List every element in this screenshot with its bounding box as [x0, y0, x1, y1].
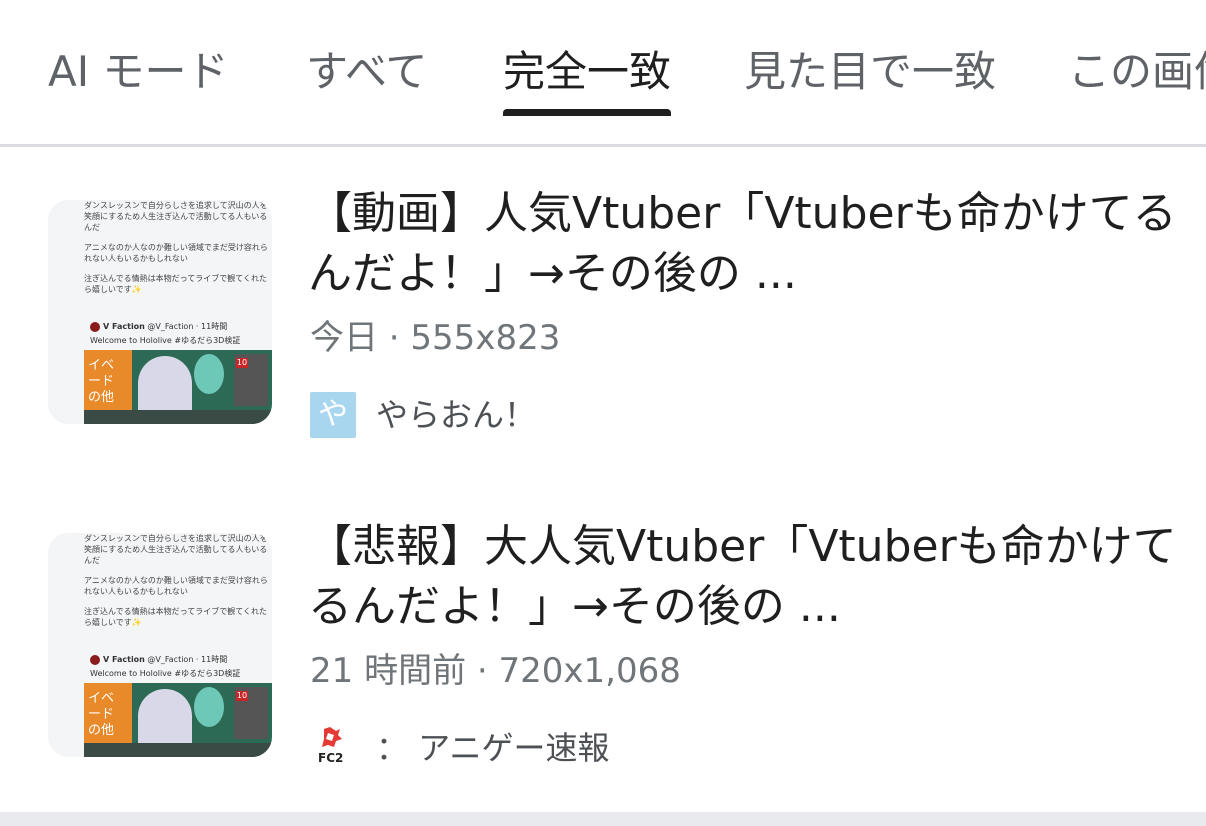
source-name: ： アニゲー速報 [376, 729, 610, 767]
thumbnail-artwork: イベ ード の他 10 [84, 683, 272, 757]
thumbnail-artwork: イベ ード の他 10 [84, 350, 272, 424]
thumbnail-line: ダンスレッスンで自分らしさを追求して沢山の人を笑顔にするため人生注ぎ込んで活動し… [84, 534, 268, 565]
tweet-user: V Faction [103, 322, 145, 331]
thumbnail-tweet-text: ダンスレッスンで自分らしさを追求して沢山の人を笑顔にするため人生注ぎ込んで活動し… [84, 533, 270, 637]
artwork-bottom-strip [84, 743, 272, 757]
fc2-icon: FC2 [310, 725, 356, 771]
thumbnail-line: アニメなのか人なのか難しい領域でまだ受け容れられない人もいるかもしれない [84, 243, 268, 263]
tab-about-this-image[interactable]: この画像 [1068, 44, 1206, 100]
tweet-user: V Faction [103, 655, 145, 664]
image-search-results-page: AI モード すべて 完全一致 見た目で一致 この画像 ダンスレッスンで自分らし… [0, 0, 1206, 826]
thumbnail-tweet-text: ダンスレッスンで自分らしさを追求して沢山の人を笑顔にするため人生注ぎ込んで活動し… [84, 200, 270, 304]
tweet-handle: @V_Faction · 11時間 [147, 322, 228, 331]
fc2-label: FC2 [318, 751, 344, 765]
yaraon-icon: や [310, 392, 356, 438]
source-name: やらおん！ [376, 396, 537, 434]
thumbnail-tweet-header: V Faction @V_Faction · 11時間 Welcome to H… [90, 320, 240, 348]
tweet-text: Welcome to Hololive #ゆるだら3D検証 [90, 669, 241, 678]
tweet-handle: @V_Faction · 11時間 [147, 655, 228, 664]
thumbnail-line: ダンスレッスンで自分らしさを追求して沢山の人を笑顔にするため人生注ぎ込んで活動し… [84, 201, 268, 232]
result-item: ダンスレッスンで自分らしさを追求して沢山の人を笑顔にするため人生注ぎ込んで活動し… [0, 503, 1206, 793]
result-title[interactable]: 【悲報】大人気Vtuber「Vtuberも命かけてるんだよ！」→その後の ... [308, 517, 1188, 637]
result-title[interactable]: 【動画】人気Vtuber「Vtuberも命かけてるんだよ！」→その後の ... [308, 184, 1188, 304]
artwork-bottom-strip [84, 410, 272, 424]
result-thumbnail[interactable]: ダンスレッスンで自分らしさを追求して沢山の人を笑顔にするため人生注ぎ込んで活動し… [48, 200, 272, 424]
tab-ai-mode[interactable]: AI モード [48, 44, 228, 100]
artwork-banner-text: イベ ード の他 [88, 691, 115, 738]
result-meta: 21 時間前 · 720x1,068 [310, 651, 681, 691]
result-item: ダンスレッスンで自分らしさを追求して沢山の人を笑顔にするため人生注ぎ込んで活動し… [0, 170, 1206, 460]
artwork-character [138, 689, 192, 751]
avatar [90, 654, 100, 665]
avatar [90, 321, 100, 332]
artwork-character-hair [194, 687, 224, 727]
active-tab-indicator [503, 109, 671, 116]
result-meta: 今日 · 555x823 [310, 318, 561, 358]
tab-visual-match[interactable]: 見た目で一致 [744, 44, 996, 100]
artwork-character-hair [194, 354, 224, 394]
thumbnail-line: アニメなのか人なのか難しい領域でまだ受け容れられない人もいるかもしれない [84, 576, 268, 596]
artwork-character [138, 356, 192, 418]
artwork-badge: 10 [236, 358, 248, 368]
artwork-badge: 10 [236, 691, 248, 701]
artwork-banner-text: イベ ード の他 [88, 358, 115, 405]
section-divider [0, 812, 1206, 826]
tweet-text: Welcome to Hololive #ゆるだら3D検証 [90, 336, 241, 345]
thumbnail-line: 注ぎ込んでる情熱は本物だってライブで観てくれたら嬉しいです✨ [84, 607, 267, 627]
tab-exact-match[interactable]: 完全一致 [503, 44, 671, 100]
thumbnail-tweet-header: V Faction @V_Faction · 11時間 Welcome to H… [90, 653, 240, 681]
tab-all[interactable]: すべて [306, 44, 427, 100]
result-thumbnail[interactable]: ダンスレッスンで自分らしさを追求して沢山の人を笑顔にするため人生注ぎ込んで活動し… [48, 533, 272, 757]
search-mode-tabs: AI モード すべて 完全一致 見た目で一致 この画像 [0, 0, 1206, 147]
thumbnail-line: 注ぎ込んでる情熱は本物だってライブで観てくれたら嬉しいです✨ [84, 274, 267, 294]
